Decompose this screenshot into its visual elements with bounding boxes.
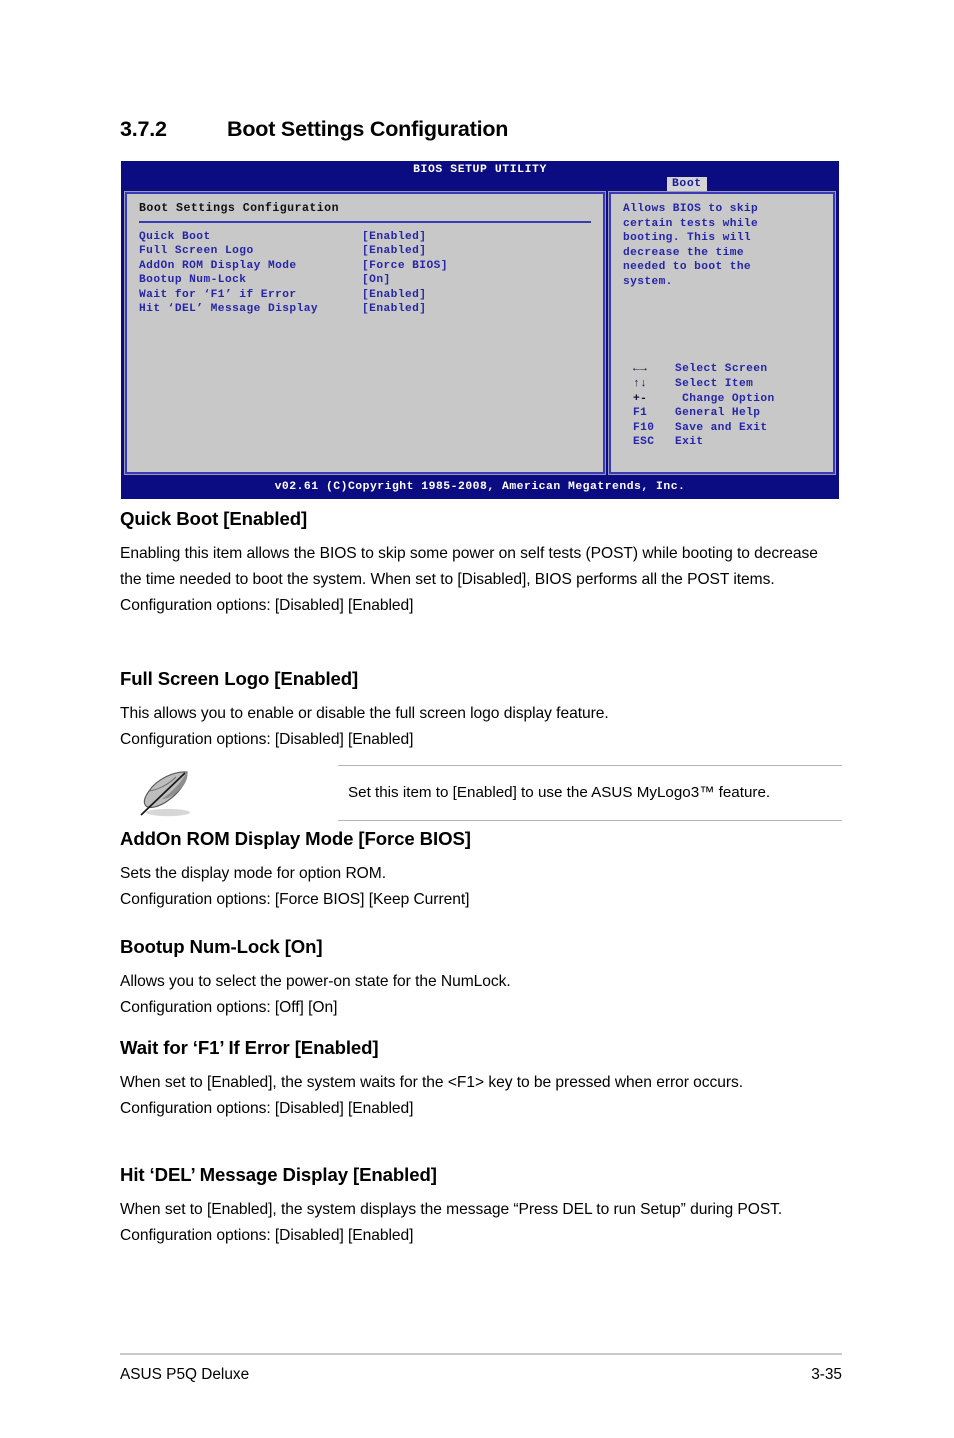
bios-option-label: Quick Boot <box>139 230 211 243</box>
legend-label: Save and Exit <box>675 421 768 434</box>
up-down-arrow-icon: ↑↓ <box>633 378 648 391</box>
bios-option-row[interactable]: Full Screen Logo [Enabled] <box>139 244 593 259</box>
legend-row: F10 Save and Exit <box>633 421 775 436</box>
bios-option-value[interactable]: [Force BIOS] <box>362 259 593 274</box>
legend-label: Select Screen <box>675 363 768 376</box>
key-esc: ESC <box>633 436 655 449</box>
legend-row: ←→ Select Screen <box>633 362 775 377</box>
bios-key-legend: ←→ Select Screen ↑↓ Select Item +- Chang… <box>633 362 775 450</box>
legend-label: General Help <box>675 407 761 420</box>
item-body: Sets the display mode for option ROM. Co… <box>120 865 470 908</box>
legend-row: ↑↓ Select Item <box>633 377 775 392</box>
bios-option-label: Hit ‘DEL’ Message Display <box>139 303 319 316</box>
bios-option-value[interactable]: [Enabled] <box>362 230 593 245</box>
item-bootup-num-lock: Bootup Num-Lock [On] Allows you to selec… <box>120 936 842 1021</box>
note-box: Set this item to [Enabled] to use the AS… <box>120 765 842 821</box>
bios-titlebar: BIOS SETUP UTILITY Boot <box>121 161 839 192</box>
bios-settings-inner: Boot Settings Configuration Quick Boot [… <box>127 194 603 323</box>
note-text: Set this item to [Enabled] to use the AS… <box>348 784 771 801</box>
bios-copyright-footer: v02.61 (C)Copyright 1985-2008, American … <box>121 477 839 499</box>
bios-utility-title: BIOS SETUP UTILITY <box>413 164 547 176</box>
bios-settings-pane: Boot Settings Configuration Quick Boot [… <box>124 191 606 475</box>
bios-help-pane: Allows BIOS to skip certain tests while … <box>608 191 836 475</box>
bios-option-row[interactable]: Wait for ‘F1’ if Error [Enabled] <box>139 288 593 303</box>
bios-option-row[interactable]: AddOn ROM Display Mode [Force BIOS] <box>139 259 593 274</box>
footer-page-number: 3-35 <box>811 1366 842 1383</box>
item-heading: Full Screen Logo [Enabled] <box>120 668 359 689</box>
bios-setup-screenshot: BIOS SETUP UTILITY Boot Boot Settings Co… <box>121 161 839 499</box>
legend-row: F1 General Help <box>633 406 775 421</box>
item-hit-del-message-display: Hit ‘DEL’ Message Display [Enabled] When… <box>120 1164 842 1249</box>
item-body: Allows you to select the power-on state … <box>120 973 511 1016</box>
item-body: When set to [Enabled], the system displa… <box>120 1201 783 1244</box>
section-title: Boot Settings Configuration <box>227 117 509 141</box>
legend-label: Exit <box>675 436 704 449</box>
item-wait-for-f1-if-error: Wait for ‘F1’ If Error [Enabled] When se… <box>120 1037 842 1122</box>
bios-option-row[interactable]: Bootup Num-Lock [On] <box>139 273 593 288</box>
footer-divider <box>120 1353 842 1355</box>
bios-option-row[interactable]: Quick Boot [Enabled] <box>139 230 593 245</box>
bios-option-label: Full Screen Logo <box>139 245 254 258</box>
note-divider-bottom <box>338 820 842 821</box>
item-body: This allows you to enable or disable the… <box>120 705 609 748</box>
key-f10: F10 <box>633 421 655 434</box>
bios-option-value[interactable]: [Enabled] <box>362 244 593 259</box>
item-heading: Hit ‘DEL’ Message Display [Enabled] <box>120 1164 437 1185</box>
item-body: When set to [Enabled], the system waits … <box>120 1074 744 1117</box>
legend-label: Change Option <box>675 392 775 405</box>
footer-product-name: ASUS P5Q Deluxe <box>120 1366 250 1383</box>
section-heading: 3.7.2 Boot Settings Configuration <box>120 117 840 142</box>
bios-title-divider <box>139 220 591 223</box>
key-f1: F1 <box>633 407 648 420</box>
quill-pen-icon <box>140 771 190 817</box>
plus-minus-icon: +- <box>633 392 648 405</box>
note-divider-top <box>338 765 842 766</box>
legend-row: +- Change Option <box>633 392 775 407</box>
item-heading: AddOn ROM Display Mode [Force BIOS] <box>120 828 471 849</box>
bios-tab-boot[interactable]: Boot <box>667 177 707 192</box>
bios-option-label: Wait for ‘F1’ if Error <box>139 288 297 301</box>
bios-option-row[interactable]: Hit ‘DEL’ Message Display [Enabled] <box>139 302 593 317</box>
bios-panel-title: Boot Settings Configuration <box>139 202 339 215</box>
bios-body: Boot Settings Configuration Quick Boot [… <box>124 191 836 475</box>
left-right-arrow-icon: ←→ <box>633 363 648 376</box>
item-heading: Quick Boot [Enabled] <box>120 508 308 529</box>
bios-option-value[interactable]: [On] <box>362 273 593 288</box>
item-heading: Bootup Num-Lock [On] <box>120 936 323 957</box>
bios-option-label: AddOn ROM Display Mode <box>139 259 297 272</box>
document-page: 3.7.2 Boot Settings Configuration BIOS S… <box>0 0 954 1438</box>
bios-option-value[interactable]: [Enabled] <box>362 302 593 317</box>
section-number: 3.7.2 <box>120 117 167 141</box>
item-heading: Wait for ‘F1’ If Error [Enabled] <box>120 1037 379 1058</box>
bios-option-label: Bootup Num-Lock <box>139 274 247 287</box>
legend-row: ESC Exit <box>633 435 775 450</box>
item-full-screen-logo: Full Screen Logo [Enabled] This allows y… <box>120 668 842 753</box>
item-quick-boot: Quick Boot [Enabled] Enabling this item … <box>120 508 842 619</box>
item-addon-rom-display-mode: AddOn ROM Display Mode [Force BIOS] Sets… <box>120 828 842 913</box>
legend-label: Select Item <box>675 378 754 391</box>
bios-option-value[interactable]: [Enabled] <box>362 288 593 303</box>
bios-help-text: Allows BIOS to skip certain tests while … <box>623 203 759 288</box>
item-body: Enabling this item allows the BIOS to sk… <box>120 545 818 614</box>
